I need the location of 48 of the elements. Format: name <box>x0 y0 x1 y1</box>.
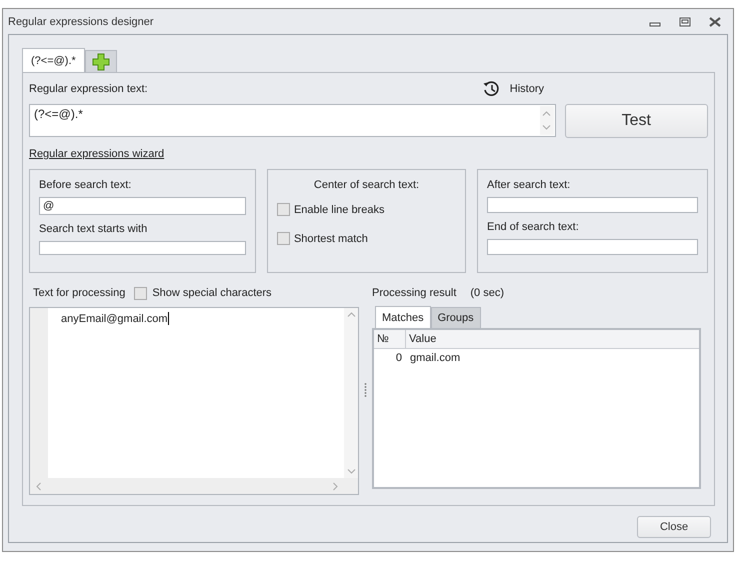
scroll-down-icon[interactable] <box>346 469 356 474</box>
checkbox-label: Show special characters <box>152 287 272 299</box>
close-button[interactable]: Close <box>637 516 711 538</box>
checkbox-label: Enable line breaks <box>294 204 384 216</box>
checkbox[interactable] <box>134 286 148 300</box>
scroll-up-icon[interactable] <box>346 312 356 317</box>
expression-tab[interactable]: (?<=@).* <box>22 48 85 72</box>
end-field[interactable] <box>487 239 698 255</box>
processing-label: Text for processing <box>33 287 126 299</box>
checkbox[interactable] <box>276 203 290 216</box>
scroll-up-icon[interactable] <box>542 110 552 116</box>
checkbox[interactable] <box>276 232 290 245</box>
scroll-right-icon[interactable] <box>333 482 338 490</box>
close-icon[interactable] <box>709 16 721 26</box>
after-field[interactable] <box>487 197 698 213</box>
checkbox-label: Shortest match <box>294 232 368 244</box>
editor-text: anyEmail@gmail.com <box>61 312 168 324</box>
vertical-scrollbar[interactable] <box>344 308 358 478</box>
result-tab[interactable]: Groups <box>430 307 481 328</box>
history-icon[interactable] <box>482 80 500 98</box>
window-title: Regular expressions designer <box>8 16 154 28</box>
starts-field[interactable] <box>39 241 246 255</box>
result-label: Processing result <box>372 287 456 299</box>
end-label: End of search text: <box>487 221 579 233</box>
result-tab[interactable]: Matches <box>375 306 431 328</box>
after-label: After search text: <box>487 179 570 191</box>
table-cell-text: 0 <box>394 352 403 364</box>
center-label: Center of search text: <box>314 179 420 191</box>
text-editor[interactable]: anyEmail@gmail.com <box>29 307 359 495</box>
test-button[interactable]: Test <box>564 104 708 138</box>
before-field[interactable]: @ <box>39 197 246 215</box>
maximize-icon[interactable] <box>679 16 691 26</box>
result-time: (0 sec) <box>470 287 504 299</box>
history-link[interactable]: History <box>510 83 544 95</box>
scroll-down-icon[interactable] <box>542 125 552 130</box>
starts-label: Search text starts with <box>39 223 148 235</box>
expression-label: Regular expression text: <box>29 83 148 95</box>
splitter-handle[interactable] <box>364 382 367 398</box>
add-tab-button[interactable] <box>84 50 117 72</box>
wizard-link[interactable]: Regular expressions wizard <box>29 148 164 160</box>
horizontal-scrollbar[interactable] <box>30 478 358 494</box>
column-header[interactable]: № <box>374 330 406 348</box>
scroll-left-icon[interactable] <box>36 482 41 490</box>
table-cell-text: gmail.com <box>409 352 460 364</box>
expression-field[interactable]: (?<=@).* <box>29 104 556 137</box>
scrollbar[interactable] <box>540 106 554 135</box>
column-header[interactable]: Value <box>406 330 436 348</box>
before-label: Before search text: <box>39 179 132 191</box>
